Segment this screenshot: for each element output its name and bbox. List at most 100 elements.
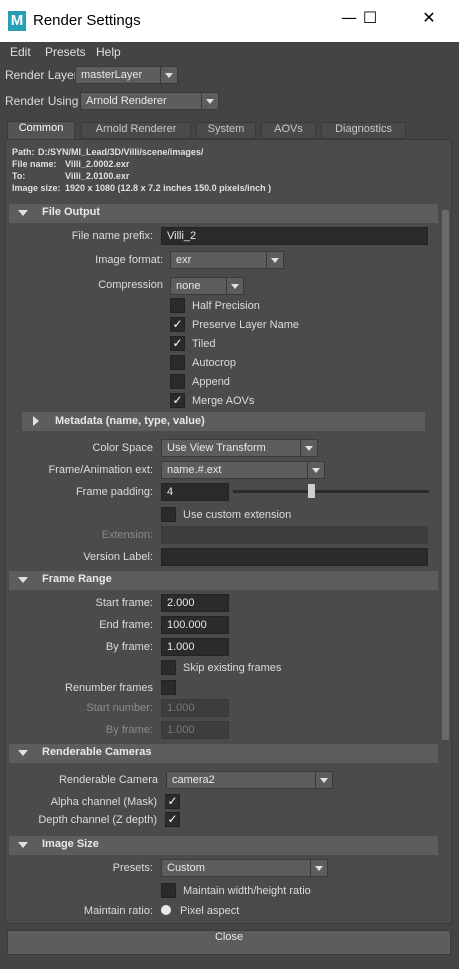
tab-system[interactable]: System bbox=[196, 122, 256, 139]
compression-chevron-down-icon[interactable] bbox=[226, 277, 244, 295]
image-format-label: Image format: bbox=[95, 254, 163, 266]
section-title: Metadata (name, type, value) bbox=[55, 415, 205, 427]
frame-ext-dropdown[interactable]: name.#.ext bbox=[161, 461, 308, 479]
merge-aovs-checkbox[interactable]: ✓ bbox=[170, 393, 185, 408]
alpha-channel-label: Alpha channel (Mask) bbox=[50, 796, 157, 808]
presets-dropdown[interactable]: Custom bbox=[161, 859, 311, 877]
renderable-camera-label: Renderable Camera bbox=[58, 774, 158, 786]
compression-label: Compression bbox=[98, 279, 163, 291]
filename-label: File name: bbox=[12, 159, 57, 169]
render-using-dropdown[interactable]: Arnold Renderer bbox=[80, 92, 202, 110]
scrollbar-thumb[interactable] bbox=[442, 210, 449, 740]
depth-channel-checkbox[interactable]: ✓ bbox=[165, 812, 180, 827]
collapse-triangle-icon[interactable] bbox=[18, 210, 28, 216]
start-number-input: 1.000 bbox=[161, 699, 229, 717]
section-title: Frame Range bbox=[42, 573, 112, 585]
menu-help[interactable]: Help bbox=[96, 45, 121, 59]
compression-dropdown[interactable]: none bbox=[170, 277, 227, 295]
close-button[interactable]: Close bbox=[7, 930, 451, 955]
render-layer-chevron-down-icon[interactable] bbox=[160, 66, 178, 84]
menu-edit[interactable]: Edit bbox=[10, 45, 31, 59]
to-label: To: bbox=[12, 171, 26, 181]
append-label: Append bbox=[192, 376, 230, 388]
maintain-wh-ratio-checkbox[interactable] bbox=[161, 883, 176, 898]
half-precision-checkbox[interactable] bbox=[170, 298, 185, 313]
preserve-layer-name-checkbox[interactable]: ✓ bbox=[170, 317, 185, 332]
renumber-frames-label: Renumber frames bbox=[64, 682, 153, 694]
collapse-triangle-icon[interactable] bbox=[18, 577, 28, 583]
menu-presets[interactable]: Presets bbox=[45, 45, 86, 59]
image-format-dropdown[interactable]: exr bbox=[170, 251, 267, 269]
frame-padding-slider-track[interactable] bbox=[233, 490, 429, 493]
extension-input bbox=[161, 526, 428, 544]
presets-label: Presets: bbox=[112, 862, 153, 874]
half-precision-label: Half Precision bbox=[192, 300, 260, 312]
pixel-aspect-label: Pixel aspect bbox=[180, 905, 240, 917]
frame-ext-label: Frame/Animation ext: bbox=[48, 464, 153, 476]
filename-value: Villi_2.0002.exr bbox=[65, 159, 130, 169]
end-frame-input[interactable]: 100.000 bbox=[161, 616, 229, 634]
alpha-channel-checkbox[interactable]: ✓ bbox=[165, 794, 180, 809]
image-format-chevron-down-icon[interactable] bbox=[266, 251, 284, 269]
autocrop-checkbox[interactable] bbox=[170, 355, 185, 370]
collapse-triangle-icon[interactable] bbox=[18, 842, 28, 848]
imagesize-label: Image size: bbox=[12, 183, 61, 193]
frame-ext-chevron-down-icon[interactable] bbox=[307, 461, 325, 479]
depth-channel-label: Depth channel (Z depth) bbox=[38, 814, 157, 826]
version-label-input[interactable] bbox=[161, 548, 428, 566]
renumber-frames-checkbox[interactable] bbox=[161, 680, 176, 695]
skip-existing-checkbox[interactable] bbox=[161, 660, 176, 675]
use-custom-extension-checkbox[interactable] bbox=[161, 507, 176, 522]
render-using-chevron-down-icon[interactable] bbox=[201, 92, 219, 110]
color-space-dropdown[interactable]: Use View Transform bbox=[161, 439, 301, 457]
by-frame-input[interactable]: 1.000 bbox=[161, 638, 229, 656]
renderable-camera-chevron-down-icon[interactable] bbox=[315, 771, 333, 789]
maintain-ratio-label: Maintain ratio: bbox=[83, 905, 153, 917]
maximize-button[interactable]: ☐ bbox=[350, 8, 390, 34]
renderable-camera-dropdown[interactable]: camera2 bbox=[166, 771, 316, 789]
maintain-wh-ratio-label: Maintain width/height ratio bbox=[183, 885, 311, 897]
maya-logo-icon: M bbox=[8, 11, 26, 31]
by-frame2-label: By frame: bbox=[105, 724, 153, 736]
section-renderable-cameras[interactable]: Renderable Cameras bbox=[9, 744, 438, 763]
pixel-aspect-radio[interactable] bbox=[161, 905, 171, 915]
section-file-output[interactable]: File Output bbox=[9, 204, 438, 223]
tab-aovs[interactable]: AOVs bbox=[261, 122, 316, 139]
file-prefix-label: File name prefix: bbox=[71, 230, 153, 242]
path-value: D:/SYN/MI_Lead/3D/Villi/scene/images/ bbox=[38, 147, 204, 157]
render-layer-dropdown[interactable]: masterLayer bbox=[75, 66, 161, 84]
merge-aovs-label: Merge AOVs bbox=[192, 395, 255, 407]
tab-common[interactable]: Common bbox=[7, 121, 75, 140]
by-frame-label: By frame: bbox=[105, 641, 153, 653]
color-space-label: Color Space bbox=[92, 442, 153, 454]
start-frame-input[interactable]: 2.000 bbox=[161, 594, 229, 612]
close-window-button[interactable]: ✕ bbox=[409, 8, 449, 34]
path-label: Path: bbox=[12, 147, 35, 157]
end-frame-label: End frame: bbox=[99, 619, 153, 631]
to-value: Villi_2.0100.exr bbox=[65, 171, 130, 181]
section-frame-range[interactable]: Frame Range bbox=[9, 571, 438, 590]
frame-padding-input[interactable]: 4 bbox=[161, 483, 229, 501]
render-layer-label: Render Layer bbox=[5, 68, 78, 82]
autocrop-label: Autocrop bbox=[192, 357, 237, 369]
presets-chevron-down-icon[interactable] bbox=[310, 859, 328, 877]
section-title: Image Size bbox=[42, 838, 99, 850]
tab-diagnostics[interactable]: Diagnostics bbox=[321, 122, 406, 139]
section-title: File Output bbox=[42, 206, 101, 218]
extension-label: Extension: bbox=[101, 529, 153, 541]
tab-arnold-renderer[interactable]: Arnold Renderer bbox=[81, 122, 191, 139]
expand-triangle-icon[interactable] bbox=[33, 416, 39, 426]
use-custom-extension-label: Use custom extension bbox=[183, 509, 292, 521]
color-space-chevron-down-icon[interactable] bbox=[300, 439, 318, 457]
append-checkbox[interactable] bbox=[170, 374, 185, 389]
file-prefix-input[interactable]: Villi_2 bbox=[161, 227, 428, 245]
start-frame-label: Start frame: bbox=[95, 597, 153, 609]
skip-existing-label: Skip existing frames bbox=[183, 662, 282, 674]
frame-padding-slider-handle[interactable] bbox=[308, 484, 316, 498]
section-image-size[interactable]: Image Size bbox=[9, 836, 438, 855]
window-title: Render Settings bbox=[33, 12, 141, 29]
tiled-checkbox[interactable]: ✓ bbox=[170, 336, 185, 351]
collapse-triangle-icon[interactable] bbox=[18, 750, 28, 756]
section-metadata[interactable]: Metadata (name, type, value) bbox=[22, 412, 425, 431]
by-frame2-input: 1.000 bbox=[161, 721, 229, 739]
